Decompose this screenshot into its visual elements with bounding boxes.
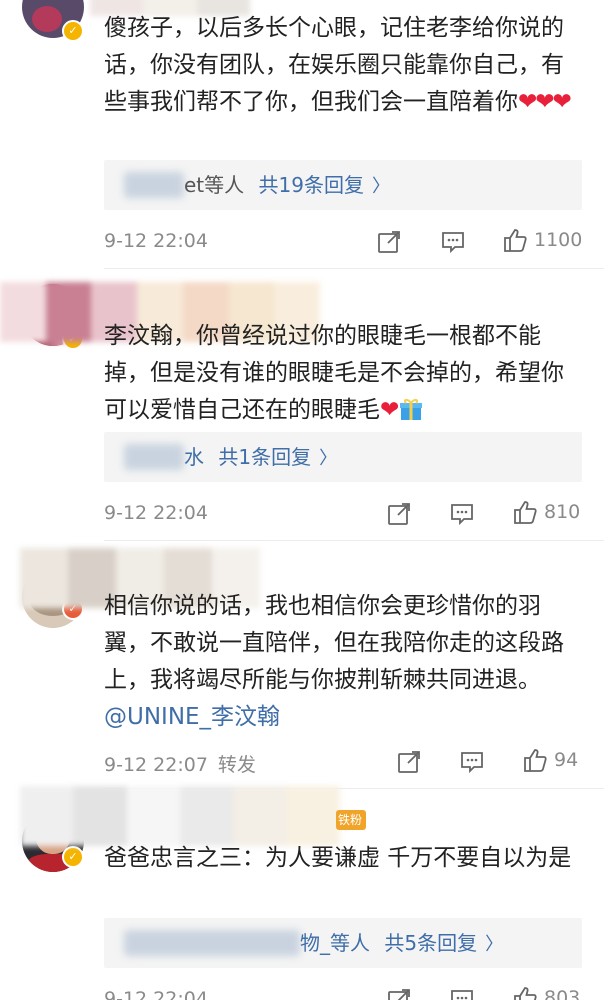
chevron-right-icon: 〉 <box>371 176 390 197</box>
share-icon <box>398 751 420 773</box>
comment-text: 爸爸忠言之三：为人要谦虚 千万不要自以为是 <box>104 845 572 871</box>
like-count: 803 <box>544 987 581 1000</box>
comment-feed: ✓ 傻孩子，以后多长个心眼，记住老李给你说的话，你没有团队，在娱乐圈只能靠你自己… <box>0 0 604 1000</box>
share-button[interactable] <box>376 228 402 256</box>
chevron-right-icon: 〉 <box>319 448 338 469</box>
reply-summary[interactable]: et等人 共19条回复〉 <box>184 160 390 212</box>
comment-timestamp: 9-12 22:04 <box>104 988 208 1000</box>
reply-summary[interactable]: 物_等人 共5条回复〉 <box>300 918 503 970</box>
reply-names-mosaic <box>124 444 184 470</box>
fan-badge: 铁粉 <box>336 810 367 830</box>
like-icon <box>504 229 527 252</box>
like-count: 1100 <box>534 229 583 251</box>
share-icon <box>388 503 410 525</box>
comment-timestamp: 9-12 22:07 转发 <box>104 754 256 776</box>
share-button[interactable] <box>396 748 422 776</box>
comment-button[interactable] <box>449 986 475 1000</box>
divider <box>104 268 604 269</box>
verified-badge-icon: ✓ <box>62 846 84 868</box>
like-button[interactable]: 810 <box>512 498 580 526</box>
like-button[interactable]: 803 <box>512 984 580 1000</box>
like-button[interactable]: 1100 <box>502 226 582 254</box>
heart-emoji: ❤ <box>380 397 399 423</box>
comment-button[interactable] <box>440 228 466 256</box>
like-button[interactable]: 94 <box>522 746 578 774</box>
comment-timestamp: 9-12 22:04 <box>104 502 208 524</box>
like-icon <box>524 749 547 772</box>
share-icon <box>388 989 410 1000</box>
reply-summary[interactable]: 水 共1条回复〉 <box>184 432 337 484</box>
reply-preview[interactable]: 物_等人 共5条回复〉 <box>104 918 582 968</box>
comment-icon <box>451 990 473 1000</box>
forward-link[interactable]: 转发 <box>218 754 256 776</box>
comment-text: 李汶翰，你曾经说过你的眼睫毛一根都不能掉，但是没有谁的眼睫毛是不会掉的，希望你可… <box>104 323 564 423</box>
share-button[interactable] <box>386 500 412 528</box>
reply-names-mosaic <box>124 172 184 198</box>
comment-button[interactable] <box>449 500 475 528</box>
comment-icon <box>442 232 464 254</box>
username-mosaic <box>20 786 340 846</box>
like-count: 810 <box>544 501 581 523</box>
comment-text: 傻孩子，以后多长个心眼，记住老李给你说的话，你没有团队，在娱乐圈只能靠你自己，有… <box>104 15 572 115</box>
comment-timestamp: 9-12 22:04 <box>104 230 208 252</box>
share-icon <box>378 231 400 253</box>
comment-button[interactable] <box>459 748 485 776</box>
like-icon <box>514 987 537 1000</box>
mention-link[interactable]: @UNINE_李汶翰 <box>104 704 280 730</box>
reply-names-mosaic <box>124 930 300 956</box>
chevron-right-icon: 〉 <box>485 934 504 955</box>
share-button[interactable] <box>386 986 412 1000</box>
like-count: 94 <box>554 749 579 771</box>
comment-icon <box>461 752 483 774</box>
gift-icon <box>400 399 423 420</box>
reply-preview[interactable]: et等人 共19条回复〉 <box>104 160 582 210</box>
like-icon <box>514 501 537 524</box>
heart-emoji: ❤❤❤ <box>518 89 572 115</box>
divider <box>104 540 604 541</box>
reply-preview[interactable]: 水 共1条回复〉 <box>104 432 582 482</box>
verified-badge-icon: ✓ <box>62 20 84 42</box>
comment-text: 相信你说的话，我也相信你会更珍惜你的羽翼，不敢说一直陪伴，但在我陪你走的这段路上… <box>104 593 564 730</box>
comment-icon <box>451 504 473 526</box>
